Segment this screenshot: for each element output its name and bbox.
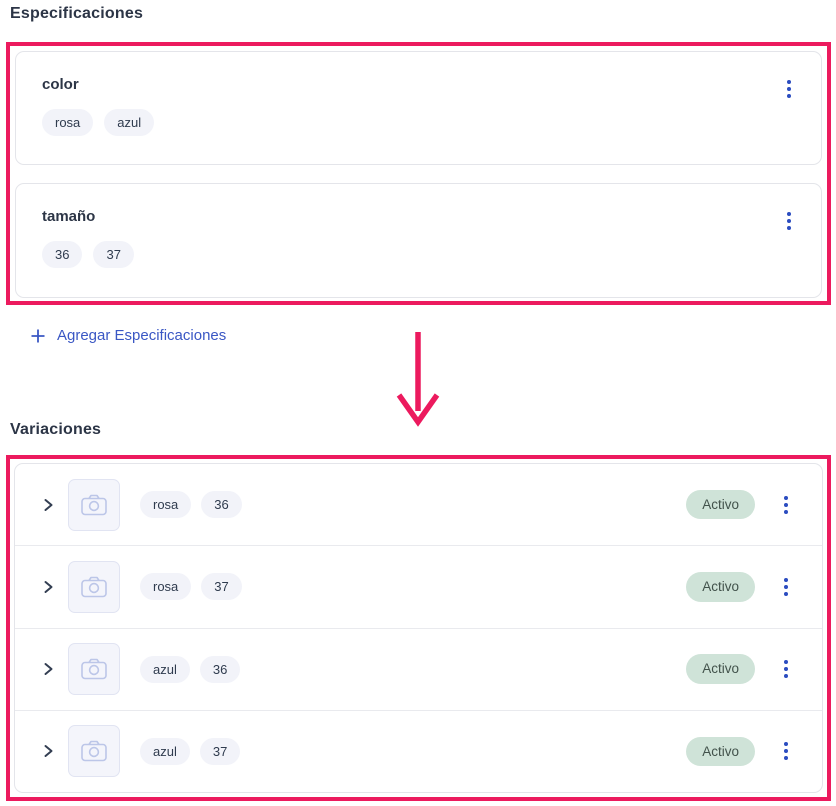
chevron-right-icon[interactable] (41, 494, 56, 516)
spec-card-color: color rosa azul (15, 51, 822, 165)
variation-row: rosa 37 Activo (15, 545, 822, 627)
spec-name: color (42, 76, 795, 93)
variation-image-upload[interactable] (68, 479, 120, 531)
annotation-arrow-down-icon (394, 329, 442, 431)
camera-icon (81, 576, 107, 598)
camera-icon (81, 740, 107, 762)
camera-icon (81, 494, 107, 516)
variation-chip: rosa (140, 491, 191, 518)
variaciones-title: Variaciones (10, 421, 101, 439)
status-badge: Activo (686, 572, 755, 602)
annotation-highlight-especificaciones: color rosa azul tamaño 36 37 (6, 42, 831, 305)
variation-chip: 36 (201, 491, 241, 518)
add-especificaciones-button[interactable]: Agregar Especificaciones (30, 327, 226, 344)
kebab-menu-icon[interactable] (780, 656, 792, 682)
kebab-menu-icon[interactable] (780, 738, 792, 764)
variation-chips: rosa 36 (140, 491, 242, 518)
status-badge: Activo (686, 737, 755, 767)
kebab-menu-icon[interactable] (783, 76, 795, 102)
variation-image-upload[interactable] (68, 561, 120, 613)
spec-value-chip: 36 (42, 241, 82, 268)
variation-row: azul 36 Activo (15, 628, 822, 710)
variation-row: rosa 36 Activo (15, 464, 822, 545)
page: Especificaciones color rosa azul tamaño … (0, 0, 836, 806)
variation-chip: 37 (201, 573, 241, 600)
variation-chip: 37 (200, 738, 240, 765)
variation-chips: rosa 37 (140, 573, 242, 600)
variations-list: rosa 36 Activo (14, 463, 823, 793)
spec-value-chip: azul (104, 109, 154, 136)
chevron-right-icon[interactable] (41, 740, 56, 762)
status-badge: Activo (686, 490, 755, 520)
plus-icon (30, 328, 46, 344)
status-badge: Activo (686, 654, 755, 684)
spec-name: tamaño (42, 208, 795, 225)
spec-chip-row: 36 37 (42, 241, 795, 268)
add-especificaciones-label: Agregar Especificaciones (57, 327, 226, 344)
variation-chips: azul 36 (140, 656, 240, 683)
kebab-menu-icon[interactable] (780, 492, 792, 518)
spec-chip-row: rosa azul (42, 109, 795, 136)
variation-image-upload[interactable] (68, 725, 120, 777)
camera-icon (81, 658, 107, 680)
spec-value-chip: rosa (42, 109, 93, 136)
variation-row: azul 37 Activo (15, 710, 822, 792)
variation-image-upload[interactable] (68, 643, 120, 695)
kebab-menu-icon[interactable] (783, 208, 795, 234)
variation-chip: rosa (140, 573, 191, 600)
variation-chip: azul (140, 738, 190, 765)
annotation-highlight-variaciones: rosa 36 Activo (6, 455, 831, 801)
kebab-menu-icon[interactable] (780, 574, 792, 600)
especificaciones-title: Especificaciones (10, 5, 143, 23)
variation-chips: azul 37 (140, 738, 240, 765)
spec-value-chip: 37 (93, 241, 133, 268)
variation-chip: azul (140, 656, 190, 683)
spec-card-tamano: tamaño 36 37 (15, 183, 822, 298)
variation-chip: 36 (200, 656, 240, 683)
chevron-right-icon[interactable] (41, 576, 56, 598)
chevron-right-icon[interactable] (41, 658, 56, 680)
